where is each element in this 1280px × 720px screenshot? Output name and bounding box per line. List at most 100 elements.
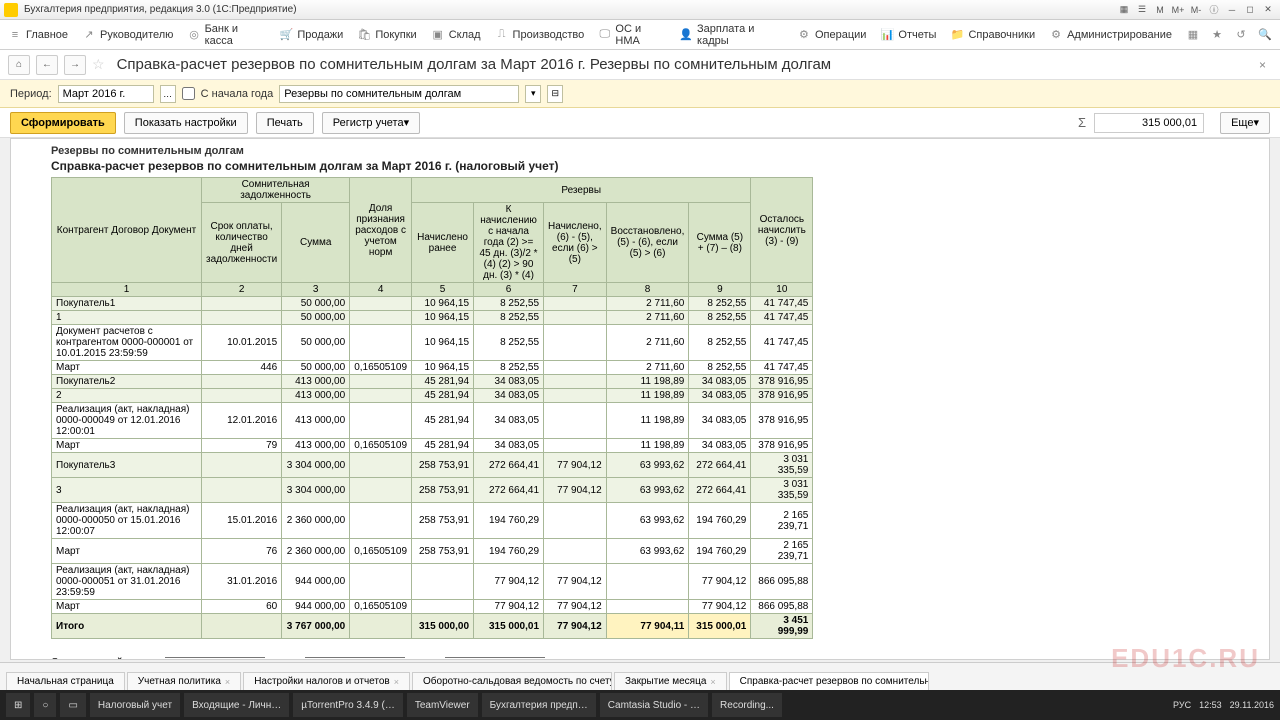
cell: 8 252,55	[689, 311, 751, 325]
cell: 8 252,55	[474, 325, 544, 361]
cell	[202, 453, 282, 478]
table-row[interactable]: Март44650 000,000,1650510910 964,158 252…	[52, 361, 813, 375]
tab[interactable]: Начальная страница	[6, 672, 125, 690]
tab[interactable]: Учетная политика×	[127, 672, 241, 690]
home-button[interactable]: ⌂	[8, 55, 30, 75]
table-row[interactable]: Покупатель150 000,0010 964,158 252,552 7…	[52, 297, 813, 311]
cell: 11 198,89	[606, 389, 689, 403]
cell	[350, 325, 412, 361]
menu-salary[interactable]: 👤Зарплата и кадры	[679, 23, 783, 47]
taskbar-item[interactable]: Camtasia Studio - …	[600, 693, 708, 717]
reserve-type-select[interactable]	[279, 85, 519, 103]
table-row[interactable]: Март60944 000,000,1650510977 904,1277 90…	[52, 600, 813, 614]
favorite-star-icon[interactable]: ☆	[92, 56, 105, 73]
table-row[interactable]: Реализация (акт, накладная) 0000-000049 …	[52, 403, 813, 439]
print-button[interactable]: Печать	[256, 112, 314, 134]
table-row[interactable]: Итого3 767 000,00315 000,00315 000,0177 …	[52, 614, 813, 639]
menu-production[interactable]: ⎍Производство	[495, 28, 585, 42]
cell: 60	[202, 600, 282, 614]
table-row[interactable]: Март762 360 000,000,16505109258 753,9119…	[52, 539, 813, 564]
tab[interactable]: Справка-расчет резервов по сомнительным …	[729, 672, 929, 690]
menu-bank[interactable]: ◎Банк и касса	[187, 23, 265, 47]
taskbar-item[interactable]: Recording...	[712, 693, 782, 717]
menu-manager[interactable]: ↗Руководителю	[82, 28, 173, 42]
forward-button[interactable]: →	[64, 55, 86, 75]
cell: 866 095,88	[751, 564, 813, 600]
tray-lang[interactable]: РУС	[1173, 700, 1191, 710]
help-icon[interactable]: ⓘ	[1206, 3, 1222, 17]
cell: 63 993,62	[606, 503, 689, 539]
table-row[interactable]: 2413 000,0045 281,9434 083,0511 198,8934…	[52, 389, 813, 403]
menu-reports[interactable]: 📊Отчеты	[880, 28, 936, 42]
history-icon[interactable]: ↺	[1234, 28, 1248, 42]
table-row[interactable]: Реализация (акт, накладная) 0000-000051 …	[52, 564, 813, 600]
register-button[interactable]: Регистр учета ▾	[322, 112, 420, 134]
menu-assets[interactable]: 🖵ОС и НМА	[598, 23, 665, 47]
start-button[interactable]: ⊞	[6, 693, 30, 717]
taskview-button[interactable]: ▭	[60, 693, 85, 717]
menu-admin[interactable]: ⚙Администрирование	[1049, 28, 1172, 42]
menu-operations[interactable]: ⚙Операции	[797, 28, 866, 42]
search-icon[interactable]: 🔍	[1258, 28, 1272, 42]
taskbar-item[interactable]: Входящие - Личн…	[184, 693, 289, 717]
cell	[544, 325, 607, 361]
col-counterparty: Контрагент Договор Документ	[52, 178, 202, 283]
titlebar-btn[interactable]: ☰	[1134, 3, 1150, 17]
cell: Покупатель2	[52, 375, 202, 389]
page-close-icon[interactable]: ×	[1253, 58, 1272, 72]
cell: 2 711,60	[606, 311, 689, 325]
search-button[interactable]: ○	[34, 693, 56, 717]
from-year-checkbox[interactable]	[182, 87, 195, 100]
gear-icon: ⚙	[1049, 28, 1063, 42]
show-settings-button[interactable]: Показать настройки	[124, 112, 248, 134]
period-input[interactable]	[58, 85, 154, 103]
cell: 258 753,91	[412, 478, 474, 503]
titlebar-btn[interactable]: M-	[1188, 3, 1204, 17]
star-icon[interactable]: ★	[1210, 28, 1224, 42]
minimize-icon[interactable]: ─	[1224, 3, 1240, 17]
menu-main[interactable]: ≡Главное	[8, 28, 68, 42]
menu-catalogs[interactable]: 📁Справочники	[950, 28, 1035, 42]
settings-icon[interactable]: ⊟	[547, 85, 563, 103]
grid-icon[interactable]: ▦	[1186, 28, 1200, 42]
maximize-icon[interactable]: ◻	[1242, 3, 1258, 17]
tab[interactable]: Оборотно-сальдовая ведомость по счету 62…	[412, 672, 612, 690]
taskbar-item[interactable]: Бухгалтерия предп…	[482, 693, 596, 717]
more-button[interactable]: Еще ▾	[1220, 112, 1270, 134]
table-row[interactable]: 150 000,0010 964,158 252,552 711,608 252…	[52, 311, 813, 325]
menu-icon: ≡	[8, 28, 22, 42]
period-picker-icon[interactable]: …	[160, 85, 176, 103]
cell: 272 664,41	[474, 453, 544, 478]
table-row[interactable]: Документ расчетов с контрагентом 0000-00…	[52, 325, 813, 361]
form-button[interactable]: Сформировать	[10, 112, 116, 134]
tab[interactable]: Настройки налогов и отчетов×	[243, 672, 410, 690]
chevron-down-icon[interactable]: ▾	[525, 85, 541, 103]
tab-close-icon[interactable]: ×	[394, 677, 399, 687]
windows-taskbar: ⊞ ○ ▭ Налоговый учетВходящие - Личн…µTor…	[0, 690, 1280, 720]
col-num: 6	[474, 283, 544, 297]
report-area[interactable]: Резервы по сомнительным долгам Справка-р…	[10, 138, 1270, 660]
cell: 8 252,55	[474, 361, 544, 375]
titlebar-btn[interactable]: M+	[1170, 3, 1186, 17]
close-icon[interactable]: ✕	[1260, 3, 1276, 17]
table-row[interactable]: Март79413 000,000,1650510945 281,9434 08…	[52, 439, 813, 453]
cell: 77 904,12	[544, 564, 607, 600]
tab[interactable]: Закрытие месяца×	[614, 672, 727, 690]
table-row[interactable]: Реализация (акт, накладная) 0000-000050 …	[52, 503, 813, 539]
back-button[interactable]: ←	[36, 55, 58, 75]
report-table: Контрагент Договор Документ Сомнительная…	[51, 177, 813, 639]
table-row[interactable]: Покупатель2413 000,0045 281,9434 083,051…	[52, 375, 813, 389]
taskbar-item[interactable]: TeamViewer	[407, 693, 478, 717]
titlebar-btn[interactable]: ▦	[1116, 3, 1132, 17]
tab-close-icon[interactable]: ×	[710, 677, 715, 687]
menu-sales[interactable]: 🛒Продажи	[279, 28, 343, 42]
table-row[interactable]: 33 304 000,00258 753,91272 664,4177 904,…	[52, 478, 813, 503]
taskbar-item[interactable]: µTorrentPro 3.4.9 (…	[293, 693, 403, 717]
taskbar-item[interactable]: Налоговый учет	[90, 693, 180, 717]
menu-purchases[interactable]: 🛍Покупки	[357, 28, 416, 42]
menu-warehouse[interactable]: ▣Склад	[431, 28, 481, 42]
table-row[interactable]: Покупатель33 304 000,00258 753,91272 664…	[52, 453, 813, 478]
cell	[606, 600, 689, 614]
tab-close-icon[interactable]: ×	[225, 677, 230, 687]
titlebar-btn[interactable]: M	[1152, 3, 1168, 17]
